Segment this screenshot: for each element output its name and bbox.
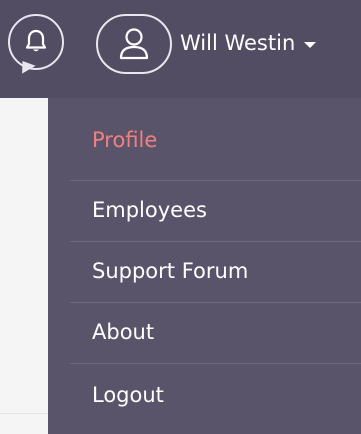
- user-menu-toggle[interactable]: Will Westin: [180, 31, 317, 55]
- user-avatar-button[interactable]: [96, 14, 172, 74]
- header-bar: Will Westin: [0, 0, 361, 98]
- speech-tail: [18, 60, 36, 78]
- user-icon: [117, 26, 151, 62]
- divider: [0, 413, 48, 414]
- bell-icon: [24, 29, 48, 55]
- menu-item-label: About: [92, 320, 155, 344]
- menu-item-support-forum[interactable]: Support Forum: [70, 241, 361, 301]
- user-name: Will Westin: [180, 31, 296, 55]
- page-background: [0, 98, 48, 434]
- menu-item-employees[interactable]: Employees: [70, 180, 361, 240]
- menu-item-label: Employees: [92, 198, 207, 222]
- menu-item-profile[interactable]: Profile: [70, 110, 361, 170]
- notifications-button[interactable]: [8, 14, 64, 78]
- menu-divider: [70, 363, 361, 364]
- menu-item-label: Support Forum: [92, 259, 249, 283]
- menu-item-label: Profile: [92, 128, 158, 152]
- caret-down-icon: [304, 41, 317, 48]
- user-dropdown-menu: Profile Employees Support Forum About Lo…: [48, 98, 361, 434]
- menu-item-label: Logout: [92, 383, 164, 407]
- menu-item-about[interactable]: About: [70, 302, 361, 362]
- menu-item-logout[interactable]: Logout: [70, 365, 361, 425]
